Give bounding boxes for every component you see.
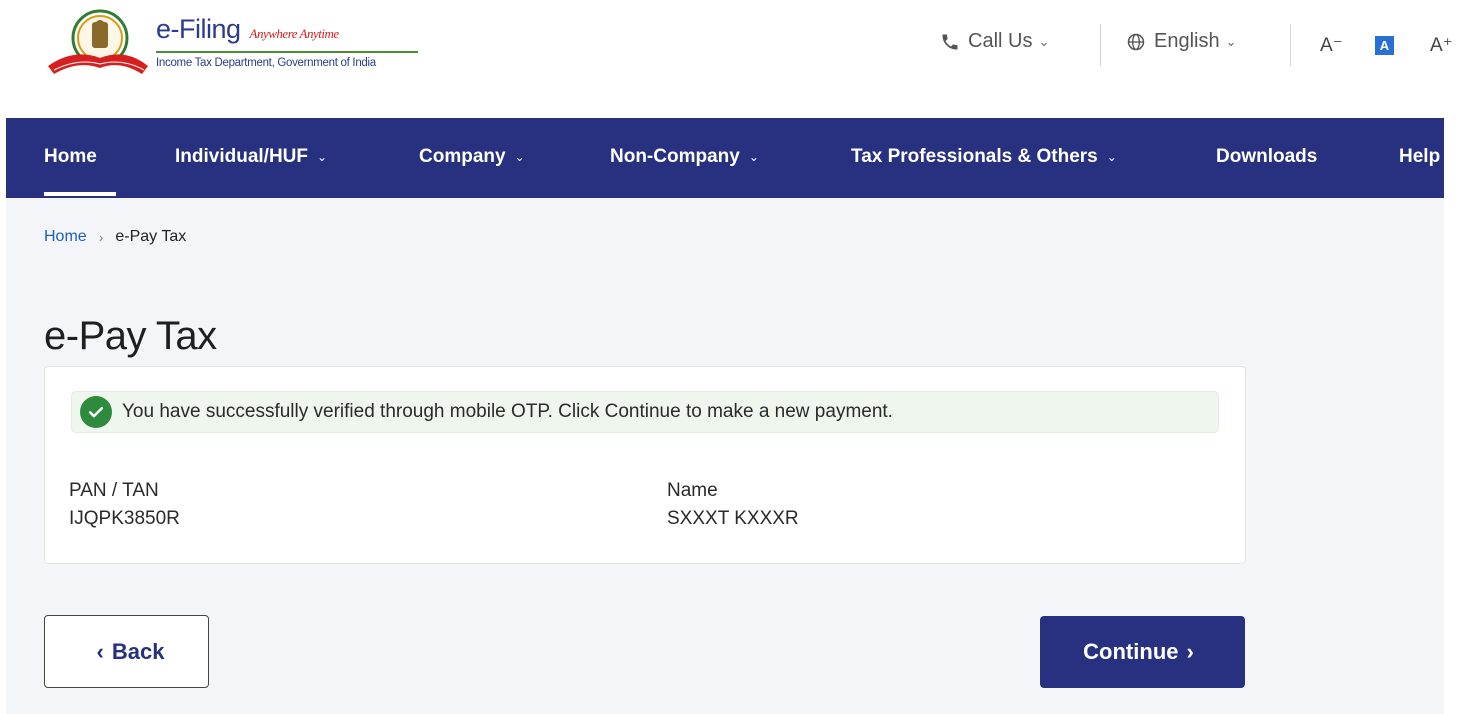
back-button-label: Back xyxy=(111,638,165,664)
nav-item-downloads[interactable]: Downloads xyxy=(1216,146,1317,168)
breadcrumb-home-link[interactable]: Home xyxy=(44,228,87,246)
brand-subtitle: Income Tax Department, Government of Ind… xyxy=(156,57,376,69)
main-content: Home › e-Pay Tax e-Pay Tax You have succ… xyxy=(6,198,1444,714)
nav-item-individual-huf[interactable]: Individual/HUF ⌄ xyxy=(175,146,327,168)
name-value: SXXXT KXXXR xyxy=(667,508,799,529)
income-tax-emblem-logo[interactable] xyxy=(44,8,150,80)
name-field: Name SXXXT KXXXR xyxy=(667,477,799,533)
pan-tan-label: PAN / TAN xyxy=(69,480,159,501)
chevron-down-icon: ⌄ xyxy=(1225,33,1237,49)
nav-item-label: Home xyxy=(44,146,97,167)
call-us-dropdown[interactable]: Call Us ⌄ xyxy=(940,30,1049,53)
nav-item-non-company[interactable]: Non-Company ⌄ xyxy=(610,146,759,168)
brand-block[interactable]: e-Filing Anywhere Anytime Income Tax Dep… xyxy=(156,14,418,69)
verification-card: You have successfully verified through m… xyxy=(44,366,1246,564)
font-decrease-button[interactable]: A⁻ xyxy=(1320,34,1343,57)
nav-item-label: Non-Company xyxy=(610,146,740,167)
nav-item-label: Help xyxy=(1399,146,1441,167)
chevron-right-icon: › xyxy=(1186,639,1194,664)
continue-button[interactable]: Continue › xyxy=(1040,616,1245,688)
chevron-down-icon: ⌄ xyxy=(317,150,328,164)
nav-item-help[interactable]: Help xyxy=(1399,146,1440,168)
continue-button-label: Continue xyxy=(1083,639,1179,664)
pan-tan-field: PAN / TAN IJQPK3850R xyxy=(69,477,180,533)
breadcrumb-current: e-Pay Tax xyxy=(115,228,187,245)
page-title: e-Pay Tax xyxy=(44,314,217,358)
check-circle-icon xyxy=(80,396,112,428)
success-message: You have successfully verified through m… xyxy=(122,401,893,422)
breadcrumb: Home › e-Pay Tax xyxy=(44,228,186,246)
nav-item-label: Individual/HUF xyxy=(175,146,308,167)
chevron-down-icon: ⌄ xyxy=(514,150,525,164)
chevron-down-icon: ⌄ xyxy=(748,150,759,164)
name-label: Name xyxy=(667,480,718,501)
brand-title: e-Filing xyxy=(156,14,241,44)
nav-item-label: Tax Professionals & Others xyxy=(851,146,1098,167)
language-label: English xyxy=(1154,30,1220,52)
back-button[interactable]: ‹ Back xyxy=(44,615,209,688)
pan-tan-value: IJQPK3850R xyxy=(69,508,180,529)
main-navigation: Home Individual/HUF ⌄ Company ⌄ Non-Comp… xyxy=(6,118,1444,198)
header-divider xyxy=(1100,24,1101,66)
site-header: e-Filing Anywhere Anytime Income Tax Dep… xyxy=(0,0,1459,118)
language-dropdown[interactable]: English ⌄ xyxy=(1126,30,1237,53)
nav-active-indicator xyxy=(44,192,116,196)
nav-item-label: Company xyxy=(419,146,506,167)
chevron-right-icon: › xyxy=(98,229,104,245)
nav-item-home[interactable]: Home xyxy=(44,146,97,168)
nav-item-tax-professionals[interactable]: Tax Professionals & Others ⌄ xyxy=(851,146,1117,168)
chevron-down-icon: ⌄ xyxy=(1106,150,1117,164)
chevron-down-icon: ⌄ xyxy=(1038,33,1050,49)
chevron-left-icon: ‹ xyxy=(96,638,104,664)
nav-item-company[interactable]: Company ⌄ xyxy=(419,146,525,168)
brand-underline xyxy=(156,51,418,53)
font-increase-button[interactable]: A⁺ xyxy=(1430,34,1453,57)
brand-tagline: Anywhere Anytime xyxy=(249,26,340,41)
nav-item-label: Downloads xyxy=(1216,146,1318,167)
header-divider xyxy=(1290,24,1291,66)
call-us-label: Call Us xyxy=(968,30,1033,52)
globe-icon xyxy=(1127,33,1145,50)
phone-icon xyxy=(942,34,958,49)
success-alert: You have successfully verified through m… xyxy=(71,391,1219,433)
font-default-button[interactable]: A xyxy=(1375,36,1394,55)
